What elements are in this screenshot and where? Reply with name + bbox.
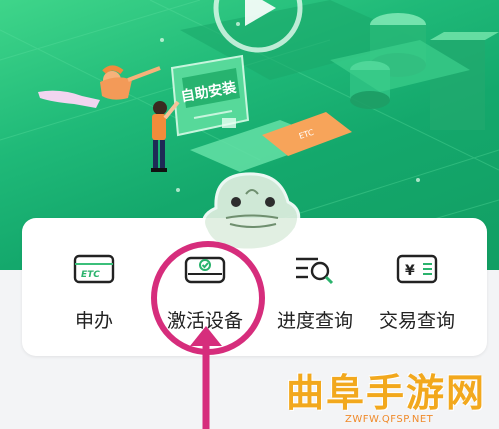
menu-label-transaction-query: 交易查询 [378,310,455,332]
watermark-url: ZWFW.QFSP.NET [345,414,434,425]
menu-item-activate-device[interactable]: 激活设备 [150,248,260,338]
menu-item-progress-query[interactable]: 进度查询 [260,248,370,338]
mascot-image [202,172,301,252]
woman-figure [38,65,161,108]
etc-card-icon: ETC [73,254,115,284]
watermark-title: 曲阜手游网 [286,371,487,415]
menu-label-activate-device: 激活设备 [166,310,243,332]
man-figure [151,100,180,172]
yen-card-icon: ¥ [396,254,438,284]
svg-text:ETC: ETC [81,270,100,280]
app-screen: 自助安装 ETC ETC 申办 激活设备 进度查询 ¥ 交易查询 曲阜手游网 Z… [0,0,499,429]
menu-item-transaction-query[interactable]: ¥ 交易查询 [362,248,472,338]
menu-label-progress-query: 进度查询 [276,310,353,332]
self-install-sign: 自助安装 [170,54,250,137]
svg-text:¥: ¥ [405,263,415,279]
menu-label-apply: 申办 [74,310,113,332]
menu-item-apply[interactable]: ETC 申办 [39,248,149,338]
